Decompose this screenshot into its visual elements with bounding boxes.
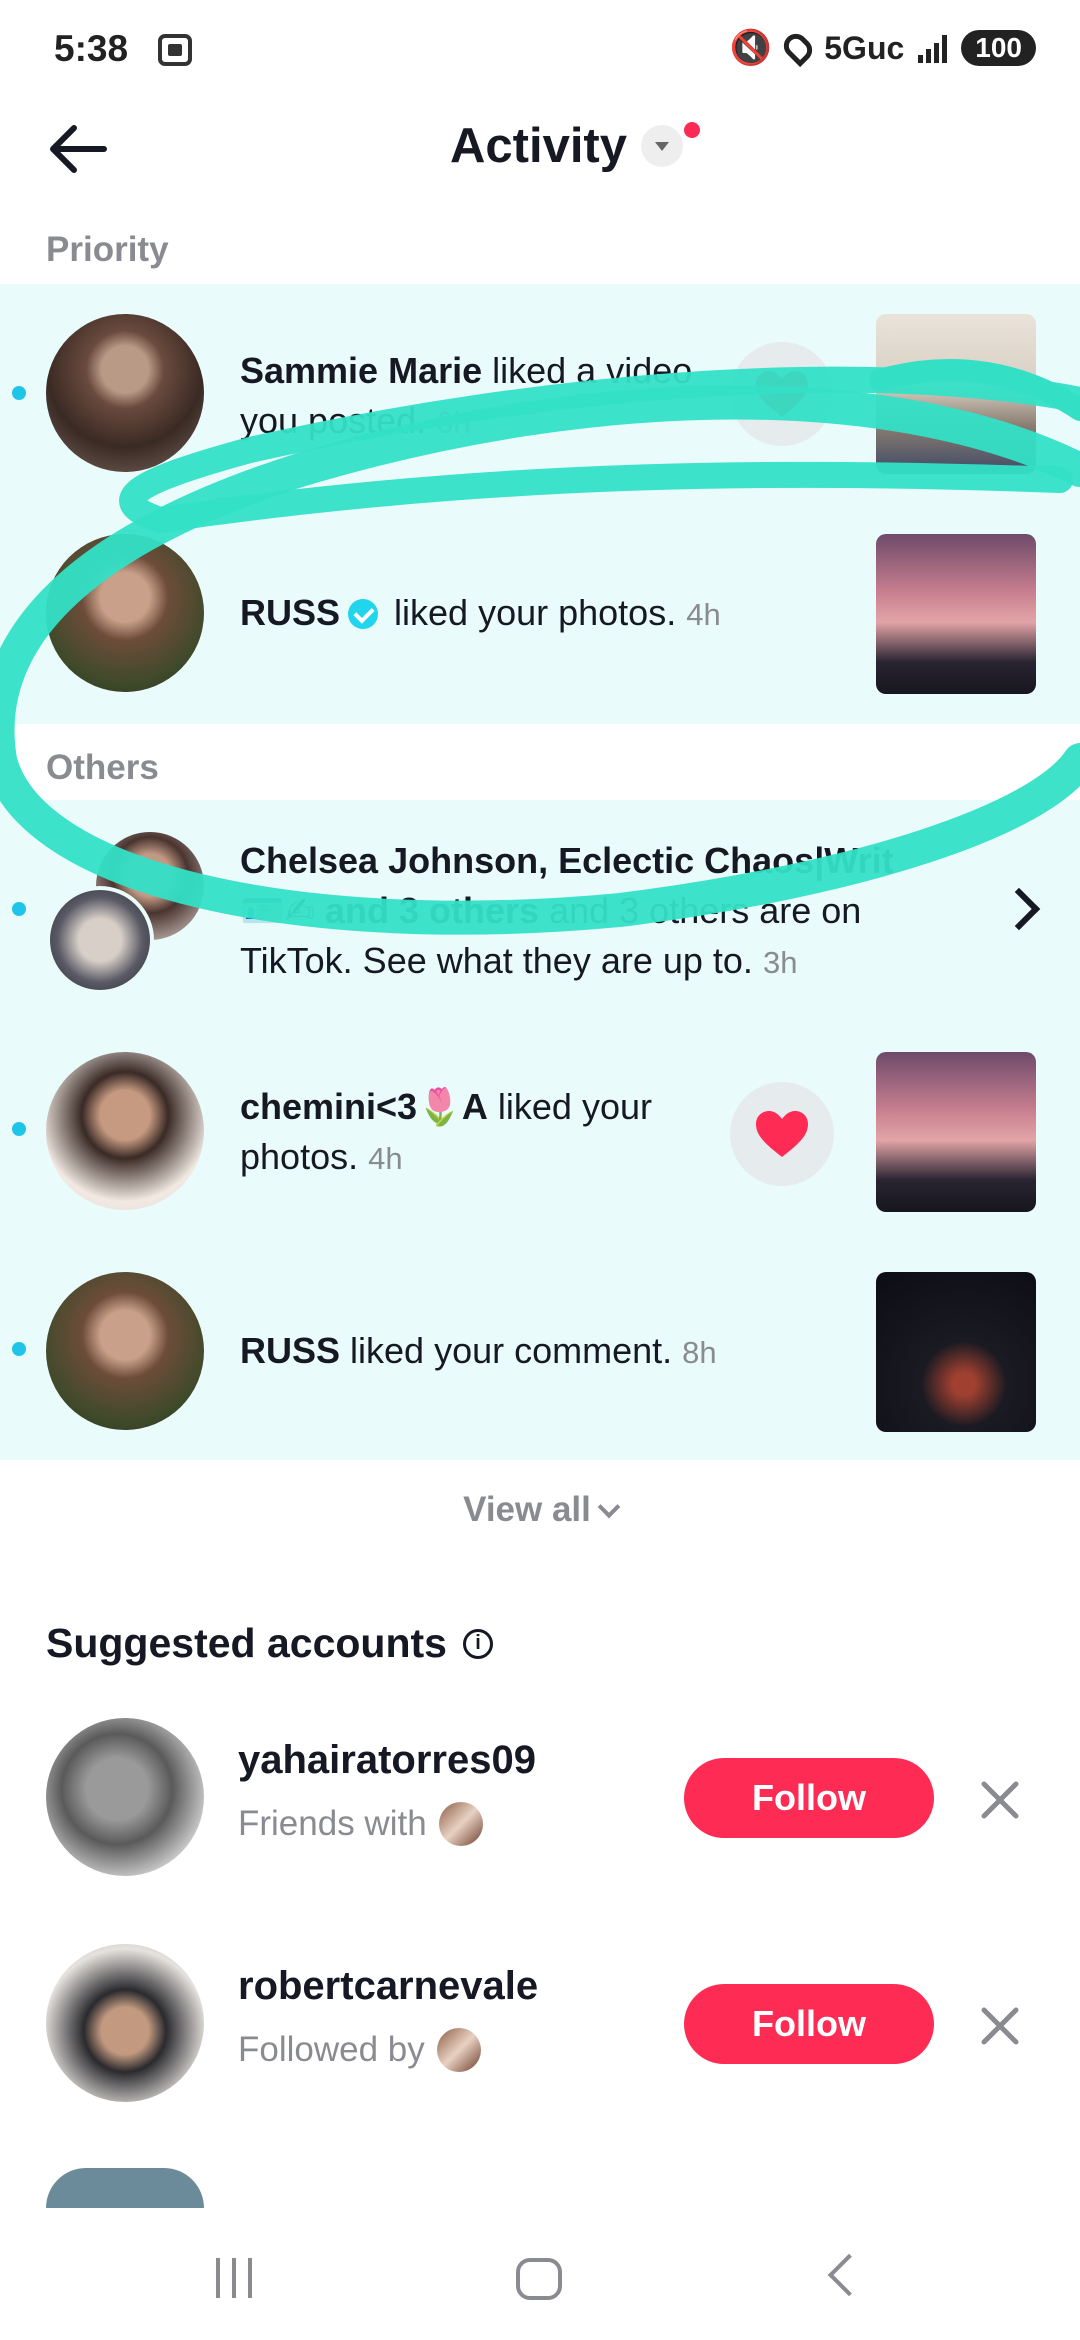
activity-filter[interactable]: Activity bbox=[450, 118, 684, 174]
avatar bbox=[438, 1802, 483, 1846]
avatar[interactable] bbox=[46, 886, 154, 994]
suggested-account[interactable]: robertcarnevale Followed by Follow bbox=[0, 1944, 1080, 2114]
section-label-others: Others bbox=[46, 748, 159, 787]
network-type: 5Guc bbox=[824, 29, 905, 66]
account-subtitle: Friends with bbox=[238, 1802, 483, 1846]
like-button[interactable] bbox=[730, 1082, 834, 1186]
chevron-right-icon[interactable] bbox=[997, 887, 1041, 931]
list-item[interactable]: chemini<3🌷A liked your photos. 4h bbox=[0, 1020, 1080, 1240]
video-thumbnail[interactable] bbox=[876, 314, 1036, 474]
unread-dot bbox=[12, 1122, 26, 1136]
location-icon bbox=[779, 28, 818, 68]
home-icon[interactable] bbox=[516, 2258, 562, 2300]
info-icon[interactable]: i bbox=[462, 1628, 493, 1659]
avatar[interactable] bbox=[46, 534, 204, 692]
avatar[interactable] bbox=[46, 1052, 204, 1210]
notification-dot bbox=[684, 122, 700, 138]
close-icon[interactable] bbox=[980, 2006, 1020, 2046]
list-item[interactable]: RUSS liked your photos. 4h bbox=[0, 504, 1080, 724]
chevron-down-icon bbox=[641, 125, 684, 167]
like-button[interactable] bbox=[730, 342, 834, 446]
back-icon[interactable] bbox=[827, 2253, 871, 2297]
photo-thumbnail[interactable] bbox=[876, 1052, 1036, 1212]
heart-icon bbox=[756, 371, 808, 417]
heart-icon bbox=[756, 1111, 808, 1157]
list-item[interactable]: Chelsea Johnson, Eclectic Chaos|Writ 🪪✍ a… bbox=[0, 800, 1080, 1020]
account-subtitle: Followed by bbox=[238, 2028, 481, 2072]
status-time: 5:38 bbox=[54, 28, 129, 69]
list-item[interactable]: Sammie Marie liked a video you posted. 6… bbox=[0, 284, 1080, 504]
follow-button[interactable]: Follow bbox=[684, 1758, 934, 1838]
view-all-button[interactable]: View all bbox=[0, 1490, 1080, 1530]
suggested-account[interactable]: yahairatorres09 Friends with Follow bbox=[0, 1718, 1080, 1888]
avatar[interactable] bbox=[46, 314, 204, 472]
video-thumbnail[interactable] bbox=[876, 1272, 1036, 1432]
unread-dot bbox=[12, 386, 26, 400]
avatar[interactable] bbox=[46, 2168, 204, 2208]
screen-record-icon bbox=[158, 34, 192, 66]
signal-icon bbox=[918, 33, 948, 63]
system-navigation-bar bbox=[0, 2210, 1080, 2340]
mute-icon: 🔇 bbox=[729, 29, 773, 67]
back-arrow-icon[interactable] bbox=[44, 114, 114, 184]
account-name[interactable]: robertcarnevale bbox=[238, 1964, 538, 2009]
account-name[interactable]: yahairatorres09 bbox=[238, 1738, 536, 1783]
status-bar: 5:38 🔇 5Guc 100 bbox=[0, 0, 1080, 100]
header: Activity bbox=[0, 100, 1080, 230]
notification-text: RUSS liked your photos. 4h bbox=[240, 592, 721, 633]
chevron-down-icon bbox=[597, 1495, 621, 1519]
avatar[interactable] bbox=[46, 1944, 204, 2102]
notification-text: chemini<3🌷A liked your photos. 4h bbox=[240, 1086, 652, 1177]
suggested-accounts-title: Suggested accounts i bbox=[46, 1620, 493, 1667]
notification-text: RUSS liked your comment. 8h bbox=[240, 1330, 717, 1371]
avatar[interactable] bbox=[46, 1718, 204, 1876]
battery-level: 100 bbox=[961, 30, 1036, 66]
follow-button[interactable]: Follow bbox=[684, 1984, 934, 2064]
unread-dot bbox=[12, 902, 26, 916]
close-icon[interactable] bbox=[980, 1780, 1020, 1820]
avatar[interactable] bbox=[46, 1272, 204, 1430]
unread-dot bbox=[12, 1342, 26, 1356]
recents-icon[interactable] bbox=[216, 2258, 252, 2298]
page-title: Activity bbox=[450, 119, 628, 173]
list-item[interactable]: RUSS liked your comment. 8h bbox=[0, 1240, 1080, 1460]
avatar bbox=[436, 2028, 481, 2072]
verified-badge-icon bbox=[348, 599, 379, 629]
section-label-priority: Priority bbox=[46, 230, 169, 269]
photo-thumbnail[interactable] bbox=[876, 534, 1036, 694]
status-icons: 🔇 5Guc 100 bbox=[730, 28, 1036, 68]
notification-text: Sammie Marie liked a video you posted. 6… bbox=[240, 350, 693, 441]
notification-text: Chelsea Johnson, Eclectic Chaos|Writ 🪪✍ a… bbox=[240, 840, 894, 981]
